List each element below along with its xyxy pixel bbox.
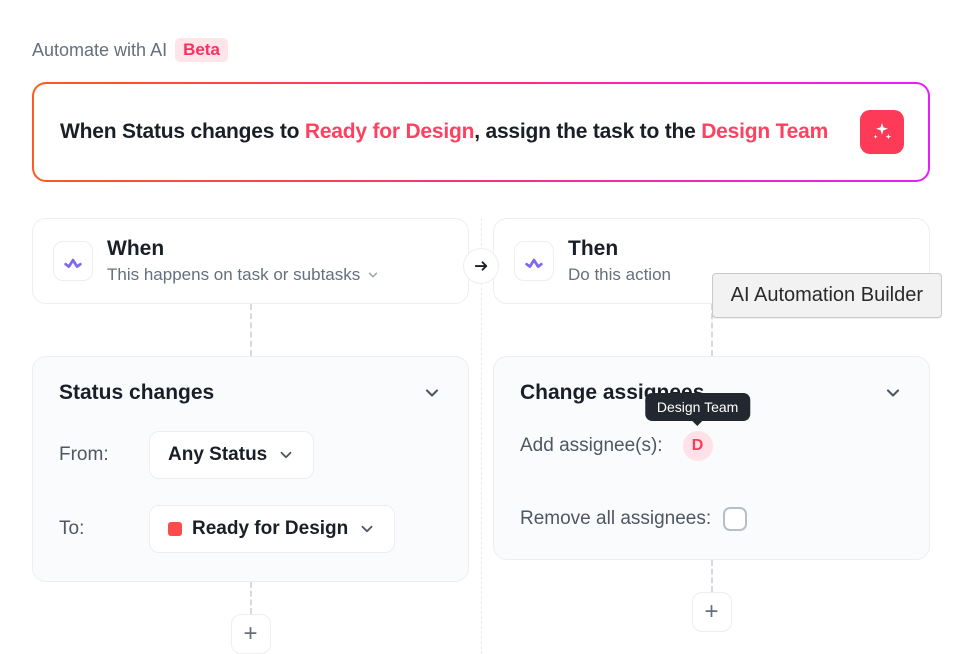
- trigger-column: When This happens on task or subtasks St…: [32, 218, 469, 654]
- add-action-button[interactable]: +: [692, 592, 732, 632]
- flow-arrow: [463, 248, 499, 284]
- prompt-highlight: Ready for Design: [305, 120, 474, 143]
- chevron-down-icon: [358, 520, 376, 538]
- ai-automation-builder-tooltip: AI Automation Builder: [712, 273, 942, 318]
- prompt-highlight: Design Team: [701, 120, 828, 143]
- add-trigger-button[interactable]: +: [231, 614, 271, 654]
- to-status-select[interactable]: Ready for Design: [149, 505, 395, 553]
- ai-prompt-box: When Status changes to Ready for Design,…: [32, 82, 930, 182]
- ai-prompt-text: When Status changes to Ready for Design,…: [60, 118, 828, 146]
- prompt-segment: When Status changes to: [60, 120, 305, 143]
- trigger-subtitle: This happens on task or subtasks: [107, 265, 360, 285]
- connector-line: [250, 582, 252, 614]
- from-label: From:: [59, 444, 129, 466]
- assignee-chip[interactable]: Design Team D: [683, 431, 713, 461]
- chevron-down-icon: [422, 383, 442, 403]
- trigger-config-card: Status changes From: Any Status To: Read…: [32, 356, 469, 582]
- from-status-value: Any Status: [168, 444, 267, 466]
- ai-generate-button[interactable]: [860, 110, 904, 154]
- assignee-tooltip: Design Team: [645, 393, 750, 421]
- status-color-swatch: [168, 522, 182, 536]
- action-title: Then: [568, 237, 909, 261]
- action-subtitle: Do this action: [568, 265, 671, 285]
- to-status-value: Ready for Design: [192, 518, 348, 540]
- arrow-right-icon: [472, 257, 490, 275]
- from-status-select[interactable]: Any Status: [149, 431, 314, 479]
- clickup-logo-icon: [514, 241, 554, 281]
- trigger-header-card[interactable]: When This happens on task or subtasks: [32, 218, 469, 304]
- trigger-condition-select[interactable]: Status changes: [59, 381, 442, 405]
- beta-badge: Beta: [175, 38, 228, 62]
- page-title: Automate with AI: [32, 40, 167, 61]
- sparkle-icon: [871, 121, 893, 143]
- assignee-initial: D: [692, 437, 704, 455]
- add-assignee-label: Add assignee(s):: [520, 435, 663, 457]
- trigger-condition-label: Status changes: [59, 381, 214, 405]
- action-config-card: Change assignees Add assignee(s): Design…: [493, 356, 930, 560]
- plus-icon: +: [704, 600, 718, 624]
- remove-assignees-label: Remove all assignees:: [520, 508, 711, 530]
- plus-icon: +: [243, 622, 257, 646]
- to-label: To:: [59, 518, 129, 540]
- chevron-down-icon: [883, 383, 903, 403]
- clickup-logo-icon: [53, 241, 93, 281]
- remove-assignees-checkbox[interactable]: [723, 507, 747, 531]
- prompt-segment: , assign the task to the: [474, 120, 701, 143]
- chevron-down-icon[interactable]: [366, 268, 380, 282]
- connector-line: [711, 560, 713, 592]
- chevron-down-icon: [277, 446, 295, 464]
- connector-line: [250, 304, 252, 356]
- trigger-title: When: [107, 237, 448, 261]
